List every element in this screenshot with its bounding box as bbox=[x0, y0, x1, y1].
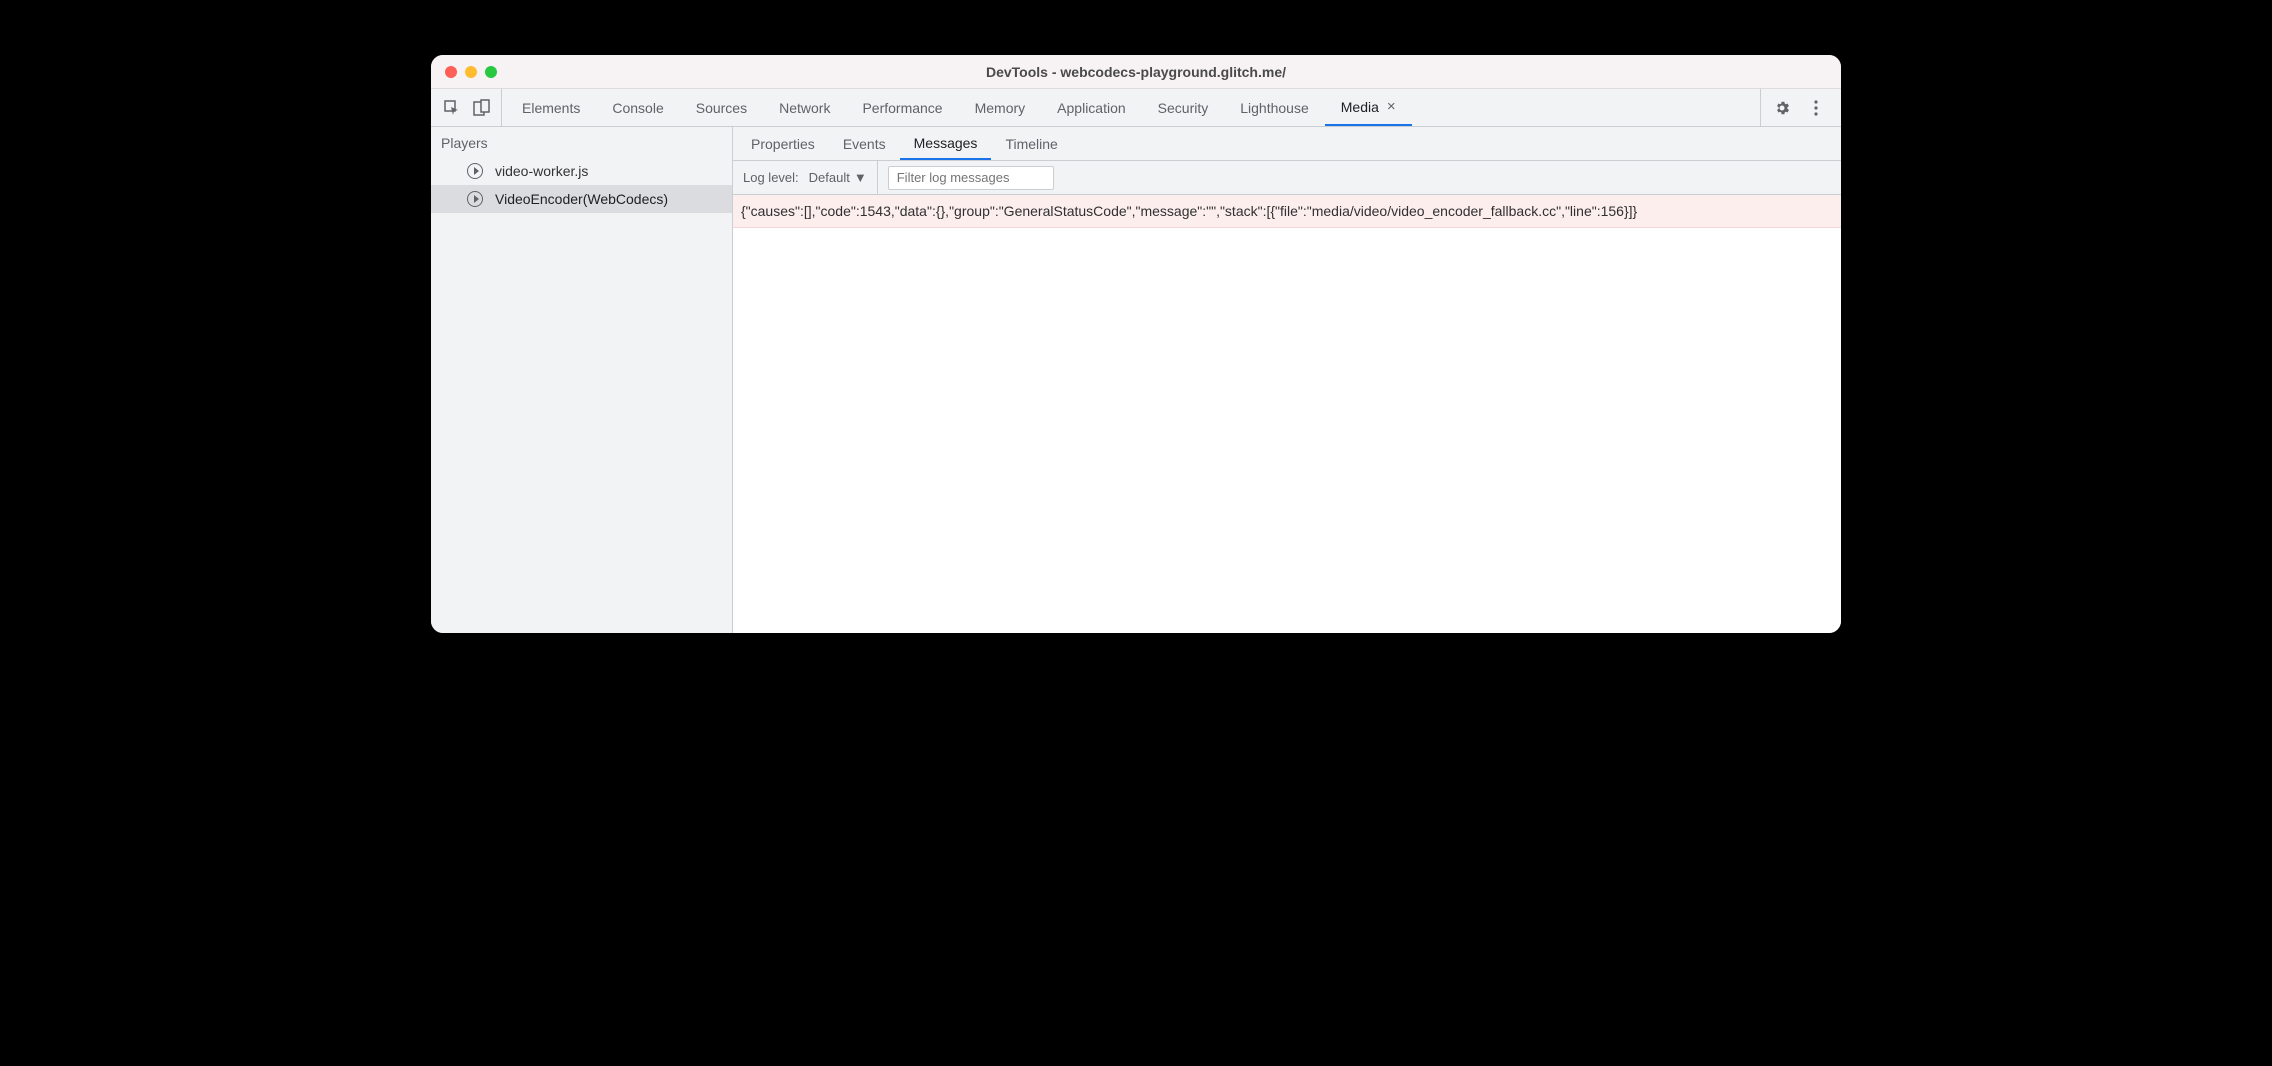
loglevel-select[interactable]: Default ▼ bbox=[809, 161, 878, 194]
subtab-label: Messages bbox=[914, 135, 978, 151]
titlebar: DevTools - webcodecs-playground.glitch.m… bbox=[431, 55, 1841, 89]
window-title: DevTools - webcodecs-playground.glitch.m… bbox=[431, 64, 1841, 80]
inspect-element-icon[interactable] bbox=[443, 99, 461, 117]
tab-elements[interactable]: Elements bbox=[506, 89, 596, 126]
main-tabbar: Elements Console Sources Network Perform… bbox=[431, 89, 1841, 127]
filterbar: Log level: Default ▼ bbox=[733, 161, 1841, 195]
tab-network[interactable]: Network bbox=[763, 89, 846, 126]
subtab-timeline[interactable]: Timeline bbox=[991, 127, 1071, 160]
content-area: Players video-worker.js VideoEncoder(Web… bbox=[431, 127, 1841, 633]
subtab-properties[interactable]: Properties bbox=[737, 127, 829, 160]
tab-lighthouse[interactable]: Lighthouse bbox=[1224, 89, 1325, 126]
subtab-messages[interactable]: Messages bbox=[900, 127, 992, 160]
tab-label: Network bbox=[779, 100, 830, 116]
player-item[interactable]: video-worker.js bbox=[431, 157, 732, 185]
tab-label: Memory bbox=[975, 100, 1026, 116]
chevron-down-icon: ▼ bbox=[854, 170, 867, 185]
settings-gear-icon[interactable] bbox=[1773, 99, 1791, 117]
traffic-lights bbox=[431, 66, 497, 78]
subtabs: Properties Events Messages Timeline bbox=[733, 127, 1841, 161]
player-item[interactable]: VideoEncoder(WebCodecs) bbox=[431, 185, 732, 213]
tab-label: Performance bbox=[862, 100, 942, 116]
tab-label: Media bbox=[1341, 99, 1379, 115]
more-vertical-icon[interactable] bbox=[1807, 99, 1825, 117]
tab-memory[interactable]: Memory bbox=[959, 89, 1042, 126]
tab-console[interactable]: Console bbox=[596, 89, 679, 126]
messages-area: {"causes":[],"code":1543,"data":{},"grou… bbox=[733, 195, 1841, 633]
tab-media[interactable]: Media × bbox=[1325, 89, 1412, 126]
main-panel: Properties Events Messages Timeline Log … bbox=[733, 127, 1841, 633]
tab-label: Application bbox=[1057, 100, 1126, 116]
tab-label: Elements bbox=[522, 100, 580, 116]
close-window-button[interactable] bbox=[445, 66, 457, 78]
subtab-label: Properties bbox=[751, 136, 815, 152]
subtab-label: Events bbox=[843, 136, 886, 152]
log-message-row[interactable]: {"causes":[],"code":1543,"data":{},"grou… bbox=[733, 195, 1841, 228]
play-circle-icon bbox=[467, 191, 483, 207]
tabbar-right-tools bbox=[1760, 89, 1833, 126]
tab-security[interactable]: Security bbox=[1142, 89, 1225, 126]
tab-label: Lighthouse bbox=[1240, 100, 1309, 116]
tab-label: Sources bbox=[696, 100, 747, 116]
close-icon[interactable]: × bbox=[1387, 99, 1396, 114]
maximize-window-button[interactable] bbox=[485, 66, 497, 78]
sidebar-header: Players bbox=[431, 127, 732, 157]
minimize-window-button[interactable] bbox=[465, 66, 477, 78]
loglevel-label: Log level: bbox=[743, 170, 799, 185]
players-sidebar: Players video-worker.js VideoEncoder(Web… bbox=[431, 127, 733, 633]
main-tabs: Elements Console Sources Network Perform… bbox=[506, 89, 1760, 126]
tab-sources[interactable]: Sources bbox=[680, 89, 763, 126]
tab-label: Security bbox=[1158, 100, 1209, 116]
play-circle-icon bbox=[467, 163, 483, 179]
player-item-label: VideoEncoder(WebCodecs) bbox=[495, 191, 668, 207]
tab-performance[interactable]: Performance bbox=[846, 89, 958, 126]
subtab-label: Timeline bbox=[1005, 136, 1057, 152]
device-toolbar-icon[interactable] bbox=[473, 99, 491, 117]
log-message-text: {"causes":[],"code":1543,"data":{},"grou… bbox=[741, 203, 1637, 219]
filter-input[interactable] bbox=[888, 166, 1054, 190]
devtools-window: DevTools - webcodecs-playground.glitch.m… bbox=[431, 55, 1841, 633]
subtab-events[interactable]: Events bbox=[829, 127, 900, 160]
player-item-label: video-worker.js bbox=[495, 163, 588, 179]
tab-application[interactable]: Application bbox=[1041, 89, 1142, 126]
loglevel-value: Default bbox=[809, 170, 850, 185]
tabbar-left-tools bbox=[439, 89, 502, 126]
tab-label: Console bbox=[612, 100, 663, 116]
